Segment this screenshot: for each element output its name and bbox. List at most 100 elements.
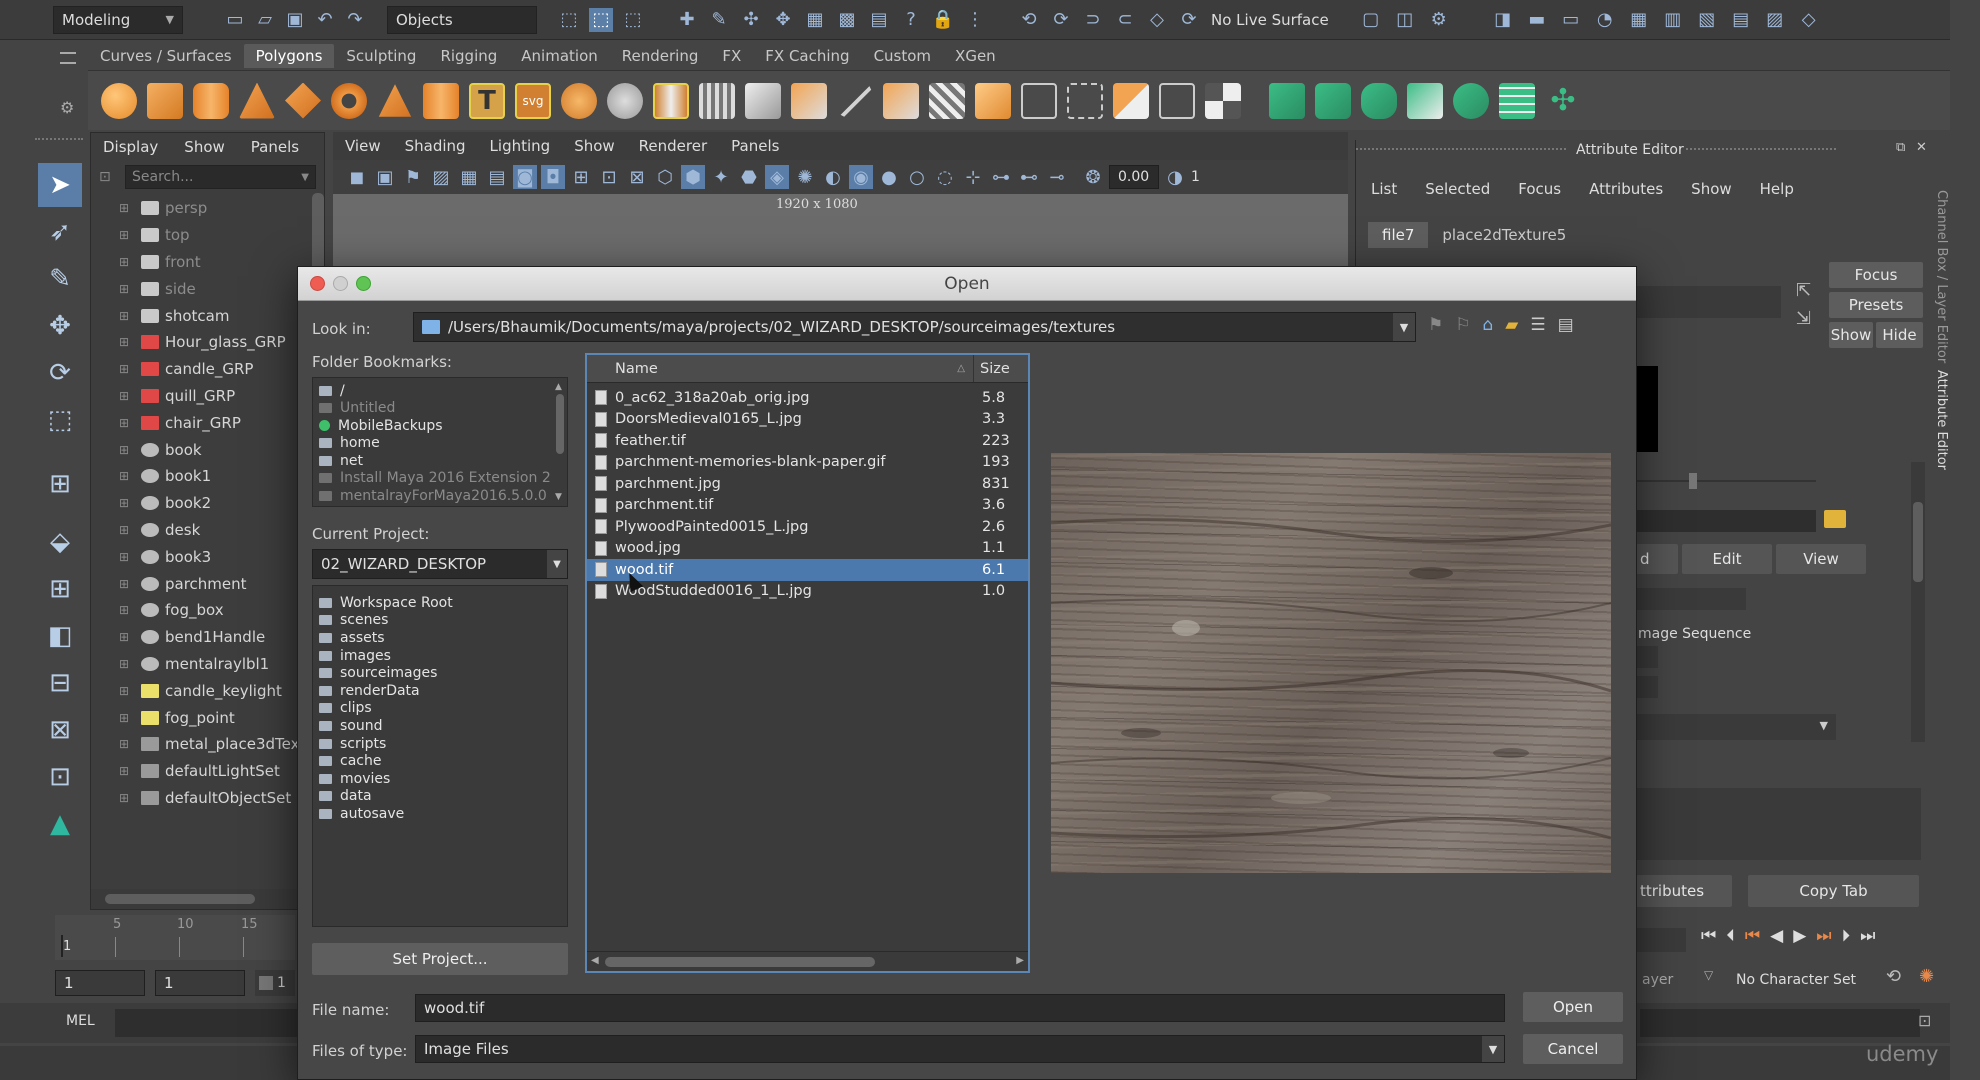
- expand-icon[interactable]: ⊞: [119, 335, 133, 349]
- smooth-icon[interactable]: [699, 82, 735, 119]
- camera-attr-icon[interactable]: ▣: [373, 165, 397, 189]
- play-forward-icon[interactable]: ▶: [1793, 926, 1806, 946]
- expand-icon[interactable]: ⊞: [119, 389, 133, 403]
- project-folder-item[interactable]: sound: [319, 717, 567, 735]
- snap-vertex-icon[interactable]: ▩: [835, 8, 859, 32]
- vp-menu-show[interactable]: Show: [574, 137, 614, 155]
- outliner-menu-display[interactable]: Display: [103, 138, 158, 156]
- ae-menu-attributes[interactable]: Attributes: [1589, 180, 1663, 198]
- ae-float-icon[interactable]: ⧉: [1896, 140, 1905, 155]
- project-folder-item[interactable]: data: [319, 788, 567, 806]
- expand-icon[interactable]: ⊞: [119, 309, 133, 323]
- shadows-icon[interactable]: ✺: [793, 165, 817, 189]
- outliner-item[interactable]: ⊞ quill_GRP: [91, 383, 324, 410]
- gamma-icon[interactable]: ⊸: [1045, 165, 1069, 189]
- file-row[interactable]: parchment.jpg 831: [587, 473, 1028, 495]
- project-folder-item[interactable]: clips: [319, 700, 567, 718]
- checker-icon[interactable]: [1205, 82, 1241, 119]
- ae-copy-tab-button[interactable]: Copy Tab: [1748, 875, 1919, 907]
- files-of-type-combo[interactable]: Image Files ▼: [415, 1035, 1505, 1063]
- bookmark-item[interactable]: MobileBackups: [319, 417, 567, 435]
- shelf-tab[interactable]: Rigging: [428, 44, 509, 68]
- expand-icon[interactable]: ⊞: [119, 764, 133, 778]
- poly-prism-icon[interactable]: [378, 84, 412, 117]
- expand-icon[interactable]: ⊞: [119, 496, 133, 510]
- snap-curve-icon[interactable]: ✎: [707, 8, 731, 32]
- vp-menu-renderer[interactable]: Renderer: [639, 137, 707, 155]
- poly-cube-icon[interactable]: [147, 82, 183, 119]
- outliner-item[interactable]: ⊞ front: [91, 249, 324, 276]
- camera-icon[interactable]: ◼: [345, 165, 369, 189]
- project-folder-item[interactable]: Workspace Root: [319, 594, 567, 612]
- outliner-item[interactable]: ⊞ mentalraylbl1: [91, 651, 324, 678]
- ae-link-icon[interactable]: ⇱: [1796, 280, 1811, 301]
- channel-box-toggle-icon[interactable]: ▧: [1695, 8, 1719, 32]
- poly-sphere-icon[interactable]: [101, 82, 137, 119]
- shelf-tab[interactable]: FX: [710, 44, 753, 68]
- expand-icon[interactable]: ⊞: [119, 630, 133, 644]
- set-project-button[interactable]: Set Project...: [312, 943, 568, 975]
- construction-icon[interactable]: ⟳: [1049, 8, 1073, 32]
- multi-cut-icon[interactable]: [883, 82, 919, 119]
- ambient-occlusion-icon[interactable]: ◉: [849, 165, 873, 189]
- go-to-end-icon[interactable]: ⏭: [1860, 926, 1875, 946]
- motion-blur-icon[interactable]: ●: [877, 165, 901, 189]
- project-folder-item[interactable]: assets: [319, 629, 567, 647]
- expand-icon[interactable]: ⊞: [119, 737, 133, 751]
- layout-icon[interactable]: ⊡: [38, 755, 82, 799]
- file-row[interactable]: PlywoodPainted0015_L.jpg 2.6: [587, 516, 1028, 538]
- help-icon[interactable]: ?: [899, 8, 923, 32]
- poly-cone-icon[interactable]: [239, 82, 275, 119]
- bookmark-item[interactable]: Install Maya 2016 Extension 2: [319, 470, 567, 488]
- chevron-down-icon[interactable]: ▼: [547, 550, 567, 578]
- character-set-label[interactable]: No Character Set: [1736, 972, 1856, 988]
- four-view-icon[interactable]: ⊞: [38, 567, 82, 611]
- expand-icon[interactable]: ⊞: [119, 443, 133, 457]
- ipr-icon[interactable]: ▬: [1525, 8, 1549, 32]
- ae-menu-list[interactable]: List: [1371, 180, 1397, 198]
- auto-key-icon[interactable]: ✺: [1919, 966, 1934, 987]
- shelf-tab[interactable]: Custom: [862, 44, 943, 68]
- command-input[interactable]: [115, 1009, 300, 1037]
- range-field[interactable]: 1: [255, 970, 295, 996]
- project-folder-item[interactable]: sourceimages: [319, 664, 567, 682]
- expand-icon[interactable]: ⊞: [119, 711, 133, 725]
- file-row[interactable]: DoorsMedieval0165_L.jpg 3.3: [587, 409, 1028, 431]
- outliner-item[interactable]: ⊞ parchment: [91, 570, 324, 597]
- selection-mode-selector[interactable]: Objects: [387, 5, 537, 34]
- outliner-menu-panels[interactable]: Panels: [251, 138, 299, 156]
- live-icon[interactable]: ⊂: [1113, 8, 1137, 32]
- shelf-menu-icon[interactable]: [60, 52, 76, 64]
- new-scene-icon[interactable]: ▭: [223, 8, 247, 32]
- bridge-icon[interactable]: [791, 82, 827, 119]
- step-back-key-icon[interactable]: ⏴: [1726, 926, 1735, 946]
- chevron-down-icon[interactable]: ▼: [1393, 313, 1415, 341]
- svg-icon[interactable]: svg: [515, 82, 551, 119]
- go-to-start-icon[interactable]: ⏮: [1701, 926, 1716, 946]
- gamma-toggle-icon[interactable]: ◑: [1163, 165, 1187, 189]
- project-folder-item[interactable]: scenes: [319, 612, 567, 630]
- bookmark-icon[interactable]: ⚑: [401, 165, 425, 189]
- uv-editor-icon[interactable]: [1499, 82, 1535, 119]
- forward-icon[interactable]: ⚐: [1455, 315, 1470, 335]
- combine-icon[interactable]: [561, 82, 597, 119]
- project-folder-item[interactable]: movies: [319, 770, 567, 788]
- chevron-down-icon[interactable]: ▽: [1704, 968, 1713, 982]
- size-column-header[interactable]: Size: [974, 361, 1028, 377]
- shelf-tab[interactable]: Curves / Surfaces: [88, 44, 244, 68]
- detail-view-icon[interactable]: ▤: [1558, 315, 1574, 335]
- file-list-scrollbar[interactable]: ◀ ▶: [587, 951, 1028, 971]
- vp-menu-lighting[interactable]: Lighting: [490, 137, 551, 155]
- exposure-field[interactable]: 0.00: [1109, 165, 1159, 189]
- ae-dropdown[interactable]: ▼: [1636, 714, 1836, 740]
- outliner-item[interactable]: ⊞ metal_place3dText: [91, 731, 324, 758]
- play-back-icon[interactable]: ◀: [1770, 926, 1783, 946]
- ae-show-button[interactable]: Show: [1829, 322, 1873, 348]
- field-chart-icon[interactable]: ⊞: [569, 165, 593, 189]
- shelf-tab[interactable]: Animation: [509, 44, 609, 68]
- uv-sew-icon[interactable]: [1453, 82, 1489, 119]
- scroll-thumb[interactable]: [105, 894, 255, 904]
- ae-select-button[interactable]: ttributes: [1636, 875, 1732, 907]
- lasso-tool-icon[interactable]: ➶: [38, 210, 82, 254]
- project-folder-item[interactable]: scripts: [319, 735, 567, 753]
